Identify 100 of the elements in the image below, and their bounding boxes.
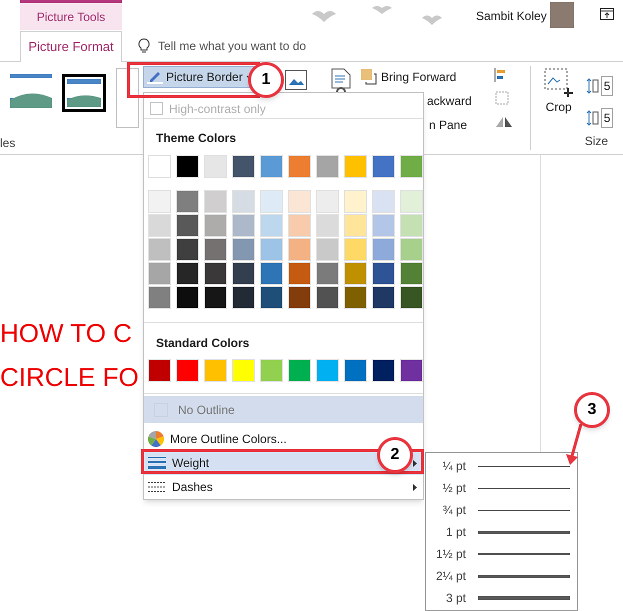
- color-wheel-icon: [148, 431, 164, 447]
- document-heading-text: HOW TO C: [0, 320, 132, 346]
- color-swatch[interactable]: [316, 286, 339, 309]
- color-swatch[interactable]: [260, 238, 283, 261]
- account-name[interactable]: Sambit Koley: [476, 7, 547, 25]
- color-swatch[interactable]: [232, 359, 255, 382]
- color-swatch[interactable]: [400, 214, 423, 237]
- color-swatch[interactable]: [204, 262, 227, 285]
- crop-icon[interactable]: [544, 68, 574, 98]
- checkbox-label: High-contrast only: [169, 100, 266, 118]
- color-swatch[interactable]: [204, 214, 227, 237]
- color-swatch[interactable]: [344, 262, 367, 285]
- color-swatch[interactable]: [372, 155, 395, 178]
- picture-icon[interactable]: [285, 70, 307, 90]
- color-swatch[interactable]: [288, 190, 311, 213]
- weight-option[interactable]: 1 pt: [426, 521, 577, 543]
- weight-option[interactable]: 3 pt: [426, 587, 577, 609]
- color-swatch[interactable]: [316, 359, 339, 382]
- color-swatch[interactable]: [176, 155, 199, 178]
- weight-option[interactable]: ¼ pt: [426, 455, 577, 477]
- color-swatch[interactable]: [204, 155, 227, 178]
- color-swatch[interactable]: [288, 262, 311, 285]
- color-swatch[interactable]: [148, 286, 171, 309]
- section-heading: Theme Colors: [155, 130, 238, 147]
- color-swatch[interactable]: [288, 286, 311, 309]
- color-swatch[interactable]: [176, 190, 199, 213]
- color-swatch[interactable]: [400, 359, 423, 382]
- send-backward-label[interactable]: ackward: [427, 92, 472, 110]
- color-swatch[interactable]: [260, 262, 283, 285]
- color-swatch[interactable]: [260, 286, 283, 309]
- color-swatch[interactable]: [400, 286, 423, 309]
- color-swatch[interactable]: [148, 238, 171, 261]
- color-swatch[interactable]: [148, 214, 171, 237]
- color-swatch[interactable]: [372, 190, 395, 213]
- color-swatch[interactable]: [400, 238, 423, 261]
- color-swatch[interactable]: [372, 286, 395, 309]
- color-swatch[interactable]: [176, 286, 199, 309]
- color-swatch[interactable]: [288, 238, 311, 261]
- weight-option[interactable]: ¾ pt: [426, 499, 577, 521]
- color-swatch[interactable]: [148, 190, 171, 213]
- color-swatch[interactable]: [316, 214, 339, 237]
- color-swatch[interactable]: [232, 238, 255, 261]
- color-swatch[interactable]: [176, 238, 199, 261]
- size-field[interactable]: 5: [600, 76, 614, 96]
- color-swatch[interactable]: [232, 190, 255, 213]
- color-swatch[interactable]: [288, 359, 311, 382]
- color-swatch[interactable]: [148, 359, 171, 382]
- ribbon-tab[interactable]: Picture Format: [20, 31, 122, 62]
- bring-forward-label[interactable]: Bring Forward: [381, 68, 456, 86]
- color-swatch[interactable]: [344, 190, 367, 213]
- weight-option[interactable]: 1½ pt: [426, 543, 577, 565]
- color-swatch[interactable]: [372, 359, 395, 382]
- weight-option[interactable]: 2¼ pt: [426, 565, 577, 587]
- ribbon-display-icon[interactable]: [600, 8, 614, 20]
- color-swatch[interactable]: [260, 359, 283, 382]
- color-swatch[interactable]: [260, 190, 283, 213]
- selection-pane-label[interactable]: n Pane: [429, 116, 472, 134]
- menu-item[interactable]: Dashes: [144, 475, 423, 499]
- color-swatch[interactable]: [260, 155, 283, 178]
- picture-border-button[interactable]: Picture Border: [143, 66, 257, 88]
- group-label: les: [0, 135, 16, 152]
- color-swatch[interactable]: [316, 155, 339, 178]
- color-swatch[interactable]: [260, 214, 283, 237]
- color-swatch[interactable]: [400, 262, 423, 285]
- color-swatch[interactable]: [288, 155, 311, 178]
- color-swatch[interactable]: [204, 359, 227, 382]
- color-swatch[interactable]: [372, 238, 395, 261]
- color-swatch[interactable]: [400, 155, 423, 178]
- crop-label[interactable]: Crop: [546, 98, 572, 116]
- color-swatch[interactable]: [232, 262, 255, 285]
- gallery-more-button[interactable]: [116, 68, 139, 128]
- color-swatch[interactable]: [372, 262, 395, 285]
- color-swatch[interactable]: [344, 155, 367, 178]
- color-swatch[interactable]: [176, 359, 199, 382]
- color-swatch[interactable]: [316, 262, 339, 285]
- picture-style-thumbnail[interactable]: [62, 74, 106, 112]
- color-swatch[interactable]: [316, 238, 339, 261]
- color-swatch[interactable]: [372, 214, 395, 237]
- tell-me-field[interactable]: Tell me what you want to do: [158, 36, 358, 54]
- size-field[interactable]: 5: [600, 108, 614, 128]
- color-swatch[interactable]: [344, 214, 367, 237]
- color-swatch[interactable]: [232, 155, 255, 178]
- color-swatch[interactable]: [232, 286, 255, 309]
- dashed-lines-icon: [148, 481, 166, 493]
- color-swatch[interactable]: [148, 262, 171, 285]
- color-swatch[interactable]: [344, 238, 367, 261]
- color-swatch[interactable]: [204, 190, 227, 213]
- color-swatch[interactable]: [204, 238, 227, 261]
- color-swatch[interactable]: [344, 286, 367, 309]
- color-swatch[interactable]: [176, 214, 199, 237]
- color-swatch[interactable]: [232, 214, 255, 237]
- color-swatch[interactable]: [148, 155, 171, 178]
- weight-option[interactable]: ½ pt: [426, 477, 577, 499]
- color-swatch[interactable]: [204, 286, 227, 309]
- color-swatch[interactable]: [176, 262, 199, 285]
- color-swatch[interactable]: [400, 190, 423, 213]
- color-swatch[interactable]: [288, 214, 311, 237]
- color-swatch[interactable]: [344, 359, 367, 382]
- color-swatch[interactable]: [316, 190, 339, 213]
- bring-forward-icon: [361, 69, 377, 85]
